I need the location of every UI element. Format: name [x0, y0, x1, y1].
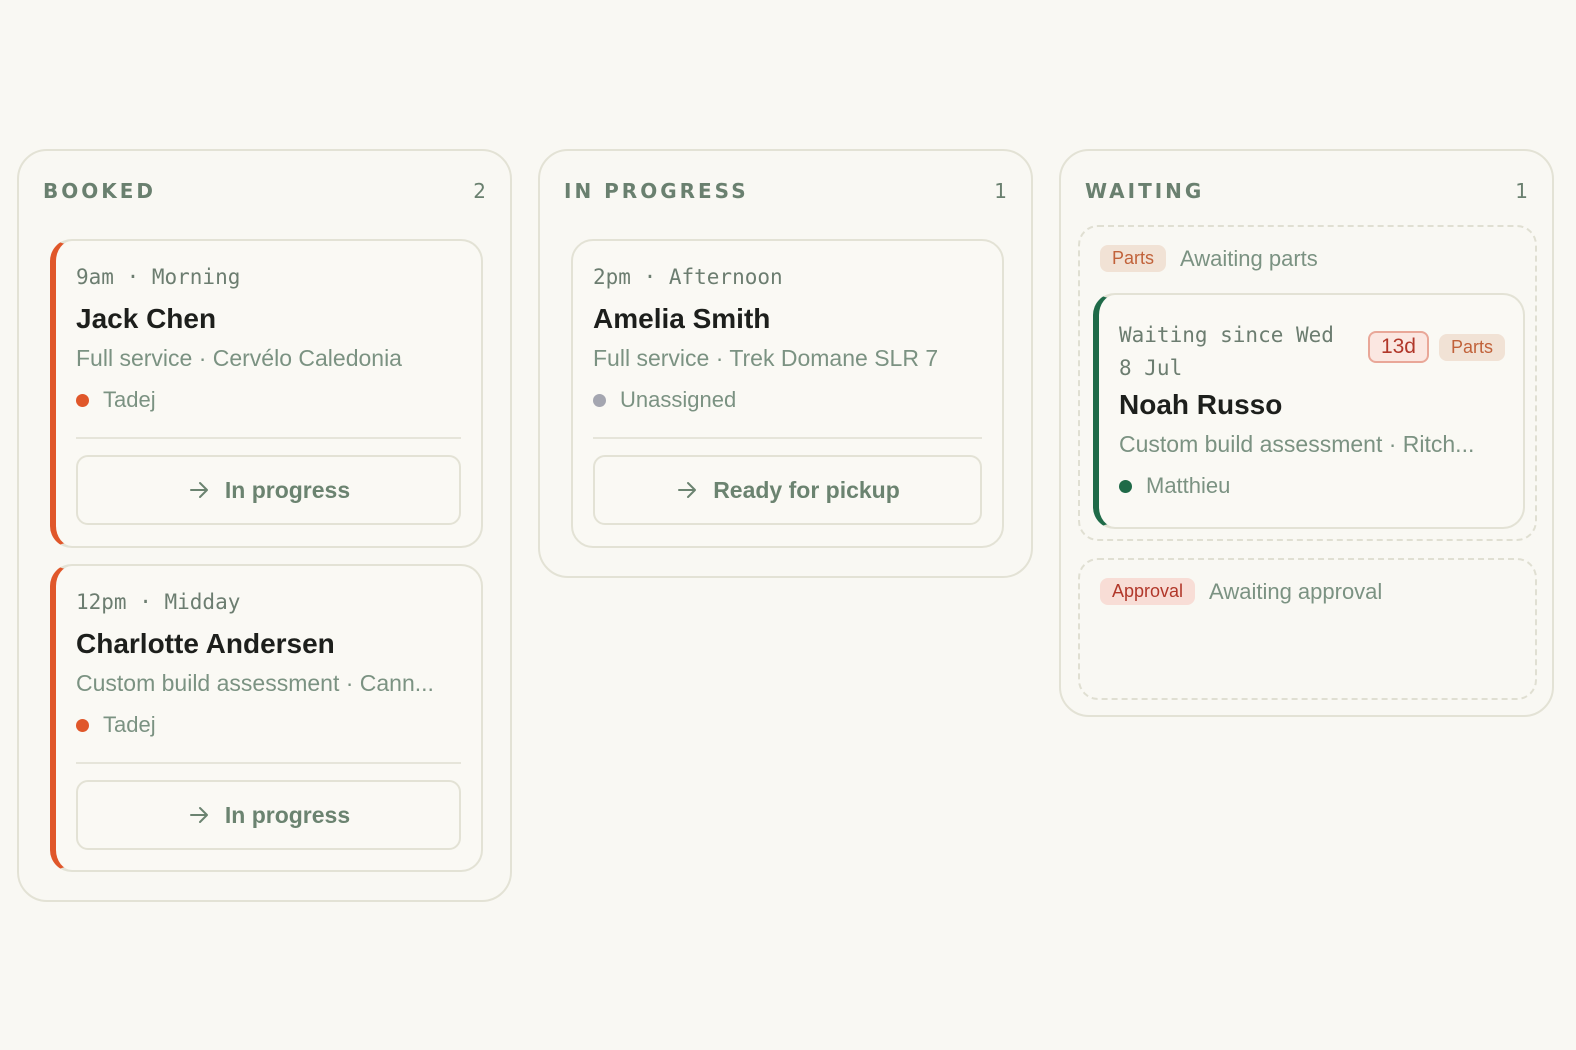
divider [76, 437, 461, 439]
move-to-in-progress-button[interactable]: In progress [76, 780, 461, 850]
status-dot-icon [76, 393, 89, 407]
assignee: Unassigned [593, 387, 736, 413]
parts-tag: Parts [1438, 333, 1505, 361]
customer-name: Charlotte Andersen [76, 628, 335, 659]
status-dot-icon [593, 393, 606, 407]
arrow-right-icon [189, 807, 208, 823]
waiting-group-approval: Approval Awaiting approval [1078, 558, 1537, 700]
card-time: 2pm · Afternoon [593, 265, 783, 289]
column-header: WAITING 1 [1085, 179, 1528, 203]
job-card[interactable]: Waiting since Wed 8 Jul 13d Parts Noah R… [1093, 293, 1525, 529]
parts-tag: Parts [1100, 245, 1167, 272]
button-label: In progress [224, 801, 351, 828]
column-header: IN PROGRESS 1 [564, 179, 1007, 203]
column-count: 1 [1515, 179, 1528, 203]
arrow-right-icon [189, 482, 208, 498]
waiting-since: Waiting since Wed 8 Jul [1119, 323, 1334, 380]
job-description: Full service · Cervélo Caledonia [76, 345, 402, 371]
assignee-name: Matthieu [1146, 473, 1231, 498]
group-label: Awaiting approval [1209, 578, 1383, 604]
approval-tag: Approval [1100, 578, 1196, 605]
customer-name: Noah Russo [1119, 389, 1283, 420]
waiting-group-parts: Parts Awaiting parts Waiting since Wed 8… [1078, 225, 1537, 541]
assignee-name: Unassigned [620, 387, 737, 412]
move-to-in-progress-button[interactable]: In progress [76, 455, 461, 525]
assignee-name: Tadej [103, 387, 156, 412]
job-card[interactable]: 9am · Morning Jack Chen Full service · C… [50, 239, 483, 548]
column-count: 1 [994, 179, 1007, 203]
group-header: Approval Awaiting approval [1100, 578, 1382, 605]
job-description: Custom build assessment · Ritch... [1119, 431, 1475, 457]
column-in-progress: IN PROGRESS 1 2pm · Afternoon Amelia Smi… [538, 149, 1033, 578]
divider [593, 437, 982, 439]
status-dot-icon [76, 718, 89, 732]
card-time: 12pm · Midday [76, 590, 241, 614]
column-title: BOOKED [43, 179, 157, 203]
button-label: In progress [224, 476, 351, 503]
group-header: Parts Awaiting parts [1100, 245, 1318, 272]
column-title: IN PROGRESS [564, 179, 749, 203]
customer-name: Jack Chen [76, 303, 217, 334]
assignee: Tadej [76, 712, 156, 738]
days-waiting-badge: 13d [1367, 331, 1429, 363]
job-description: Full service · Trek Domane SLR 7 [593, 345, 939, 371]
customer-name: Amelia Smith [593, 303, 771, 334]
column-header: BOOKED 2 [43, 179, 486, 203]
job-description: Custom build assessment · Cann... [76, 670, 434, 696]
move-to-ready-for-pickup-button[interactable]: Ready for pickup [593, 455, 982, 525]
column-title: WAITING [1085, 179, 1205, 203]
arrow-right-icon [678, 482, 697, 498]
card-time: 9am · Morning [76, 265, 241, 289]
status-dot-icon [1119, 479, 1132, 493]
job-card[interactable]: 12pm · Midday Charlotte Andersen Custom … [50, 564, 483, 872]
job-card[interactable]: 2pm · Afternoon Amelia Smith Full servic… [571, 239, 1004, 548]
assignee: Tadej [76, 387, 156, 413]
button-label: Ready for pickup [713, 476, 900, 503]
column-booked: BOOKED 2 9am · Morning Jack Chen Full se… [17, 149, 512, 902]
assignee: Matthieu [1119, 473, 1230, 499]
assignee-name: Tadej [103, 712, 156, 737]
column-count: 2 [473, 179, 486, 203]
divider [76, 762, 461, 764]
card-badges: 13d Parts [1367, 331, 1505, 363]
group-label: Awaiting parts [1180, 245, 1318, 271]
column-waiting: WAITING 1 Parts Awaiting parts Waiting s… [1059, 149, 1554, 717]
